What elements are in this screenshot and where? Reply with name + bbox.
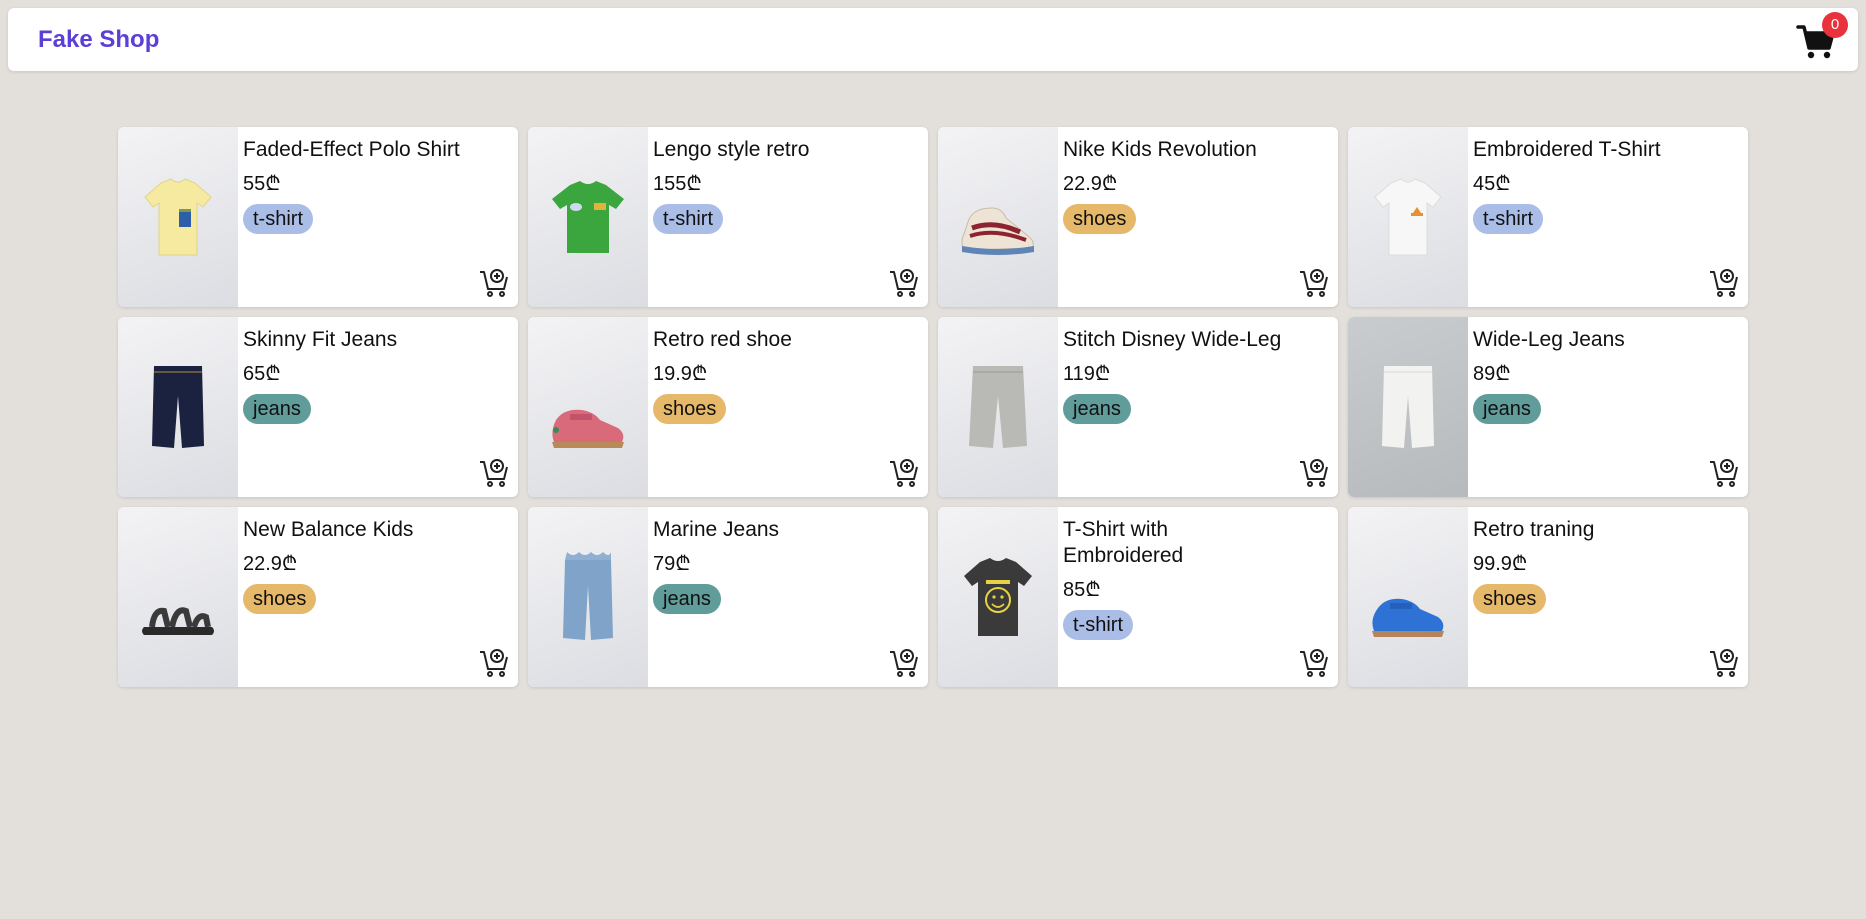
product-card[interactable]: Retro traning 99.9₾ shoes: [1348, 507, 1748, 687]
green-tshirt-image[interactable]: [528, 127, 648, 307]
product-card[interactable]: Faded-Effect Polo Shirt 55₾ t-shirt: [118, 127, 518, 307]
product-name: T-Shirt with Embroidered: [1063, 518, 1184, 567]
product-grid: Faded-Effect Polo Shirt 55₾ t-shirt Leng…: [118, 127, 1748, 687]
category-tag: shoes: [1473, 584, 1547, 614]
product-price: 99.9₾: [1473, 553, 1528, 575]
category-tag: t-shirt: [1473, 204, 1543, 234]
sandal-image[interactable]: [118, 507, 238, 687]
add-to-cart-icon[interactable]: [478, 457, 510, 489]
add-to-cart-icon[interactable]: [478, 647, 510, 679]
product-name: Faded-Effect Polo Shirt: [243, 138, 460, 161]
add-to-cart-icon[interactable]: [1708, 457, 1740, 489]
dark-jeans-image[interactable]: [118, 317, 238, 497]
add-to-cart-icon[interactable]: [888, 267, 920, 299]
product-info: Wide-Leg Jeans 89₾ jeans: [1468, 317, 1748, 497]
add-to-cart-icon[interactable]: [1708, 267, 1740, 299]
add-to-cart-icon[interactable]: [1298, 457, 1330, 489]
add-to-cart-icon[interactable]: [1298, 267, 1330, 299]
product-name: Nike Kids Revolution: [1063, 138, 1257, 161]
sneaker-image[interactable]: [938, 127, 1058, 307]
category-tag: jeans: [243, 394, 311, 424]
product-name: Retro traning: [1473, 518, 1595, 541]
product-price: 45₾: [1473, 173, 1511, 195]
grey-jeans-image[interactable]: [938, 317, 1058, 497]
add-to-cart-icon[interactable]: [478, 267, 510, 299]
product-name: Embroidered T-Shirt: [1473, 138, 1661, 161]
product-price: 89₾: [1473, 363, 1511, 385]
category-tag: t-shirt: [243, 204, 313, 234]
product-card[interactable]: Nike Kids Revolution 22.9₾ shoes: [938, 127, 1338, 307]
product-name: Skinny Fit Jeans: [243, 328, 398, 351]
product-price: 65₾: [243, 363, 281, 385]
white-jeans-image[interactable]: [1348, 317, 1468, 497]
product-price: 155₾: [653, 173, 702, 195]
product-card[interactable]: New Balance Kids 22.9₾ shoes: [118, 507, 518, 687]
product-info: Nike Kids Revolution 22.9₾ shoes: [1058, 127, 1338, 307]
product-price: 55₾: [243, 173, 281, 195]
add-to-cart-icon[interactable]: [1708, 647, 1740, 679]
product-name: Lengo style retro: [653, 138, 810, 161]
cart-button[interactable]: 0: [1792, 12, 1848, 66]
product-info: Faded-Effect Polo Shirt 55₾ t-shirt: [238, 127, 518, 307]
product-name: Retro red shoe: [653, 328, 792, 351]
product-name: New Balance Kids: [243, 518, 414, 541]
product-price: 85₾: [1063, 579, 1101, 601]
blue-jeans-image[interactable]: [528, 507, 648, 687]
red-shoe-image[interactable]: [528, 317, 648, 497]
product-name: Wide-Leg Jeans: [1473, 328, 1625, 351]
product-name: Marine Jeans: [653, 518, 780, 541]
product-name: Stitch Disney Wide-Leg: [1063, 328, 1282, 351]
yellow-tshirt-image[interactable]: [118, 127, 238, 307]
product-price: 22.9₾: [1063, 173, 1118, 195]
product-info: Lengo style retro 155₾ t-shirt: [648, 127, 928, 307]
product-info: Marine Jeans 79₾ jeans: [648, 507, 928, 687]
product-card[interactable]: Skinny Fit Jeans 65₾ jeans: [118, 317, 518, 497]
product-info: New Balance Kids 22.9₾ shoes: [238, 507, 518, 687]
navbar: Fake Shop 0: [8, 8, 1858, 71]
category-tag: jeans: [1473, 394, 1541, 424]
add-to-cart-icon[interactable]: [888, 457, 920, 489]
cart-count-badge: 0: [1822, 12, 1848, 38]
add-to-cart-icon[interactable]: [888, 647, 920, 679]
product-price: 19.9₾: [653, 363, 708, 385]
category-tag: shoes: [243, 584, 317, 614]
category-tag: jeans: [1063, 394, 1131, 424]
product-card[interactable]: Embroidered T-Shirt 45₾ t-shirt: [1348, 127, 1748, 307]
product-price: 22.9₾: [243, 553, 298, 575]
product-info: T-Shirt with Embroidered 85₾ t-shirt: [1058, 507, 1338, 687]
product-price: 79₾: [653, 553, 691, 575]
product-card[interactable]: Stitch Disney Wide-Leg 119₾ jeans: [938, 317, 1338, 497]
product-info: Retro red shoe 19.9₾ shoes: [648, 317, 928, 497]
product-card[interactable]: Wide-Leg Jeans 89₾ jeans: [1348, 317, 1748, 497]
product-price: 119₾: [1063, 363, 1111, 385]
black-tshirt-image[interactable]: [938, 507, 1058, 687]
product-info: Retro traning 99.9₾ shoes: [1468, 507, 1748, 687]
product-card[interactable]: Lengo style retro 155₾ t-shirt: [528, 127, 928, 307]
product-info: Skinny Fit Jeans 65₾ jeans: [238, 317, 518, 497]
product-info: Stitch Disney Wide-Leg 119₾ jeans: [1058, 317, 1338, 497]
category-tag: t-shirt: [653, 204, 723, 234]
category-tag: shoes: [1063, 204, 1137, 234]
category-tag: shoes: [653, 394, 727, 424]
category-tag: t-shirt: [1063, 610, 1133, 640]
product-card[interactable]: Retro red shoe 19.9₾ shoes: [528, 317, 928, 497]
add-to-cart-icon[interactable]: [1298, 647, 1330, 679]
white-tshirt-image[interactable]: [1348, 127, 1468, 307]
product-info: Embroidered T-Shirt 45₾ t-shirt: [1468, 127, 1748, 307]
blue-shoe-image[interactable]: [1348, 507, 1468, 687]
product-card[interactable]: T-Shirt with Embroidered 85₾ t-shirt: [938, 507, 1338, 687]
product-card[interactable]: Marine Jeans 79₾ jeans: [528, 507, 928, 687]
category-tag: jeans: [653, 584, 721, 614]
brand-logo[interactable]: Fake Shop: [38, 8, 159, 71]
